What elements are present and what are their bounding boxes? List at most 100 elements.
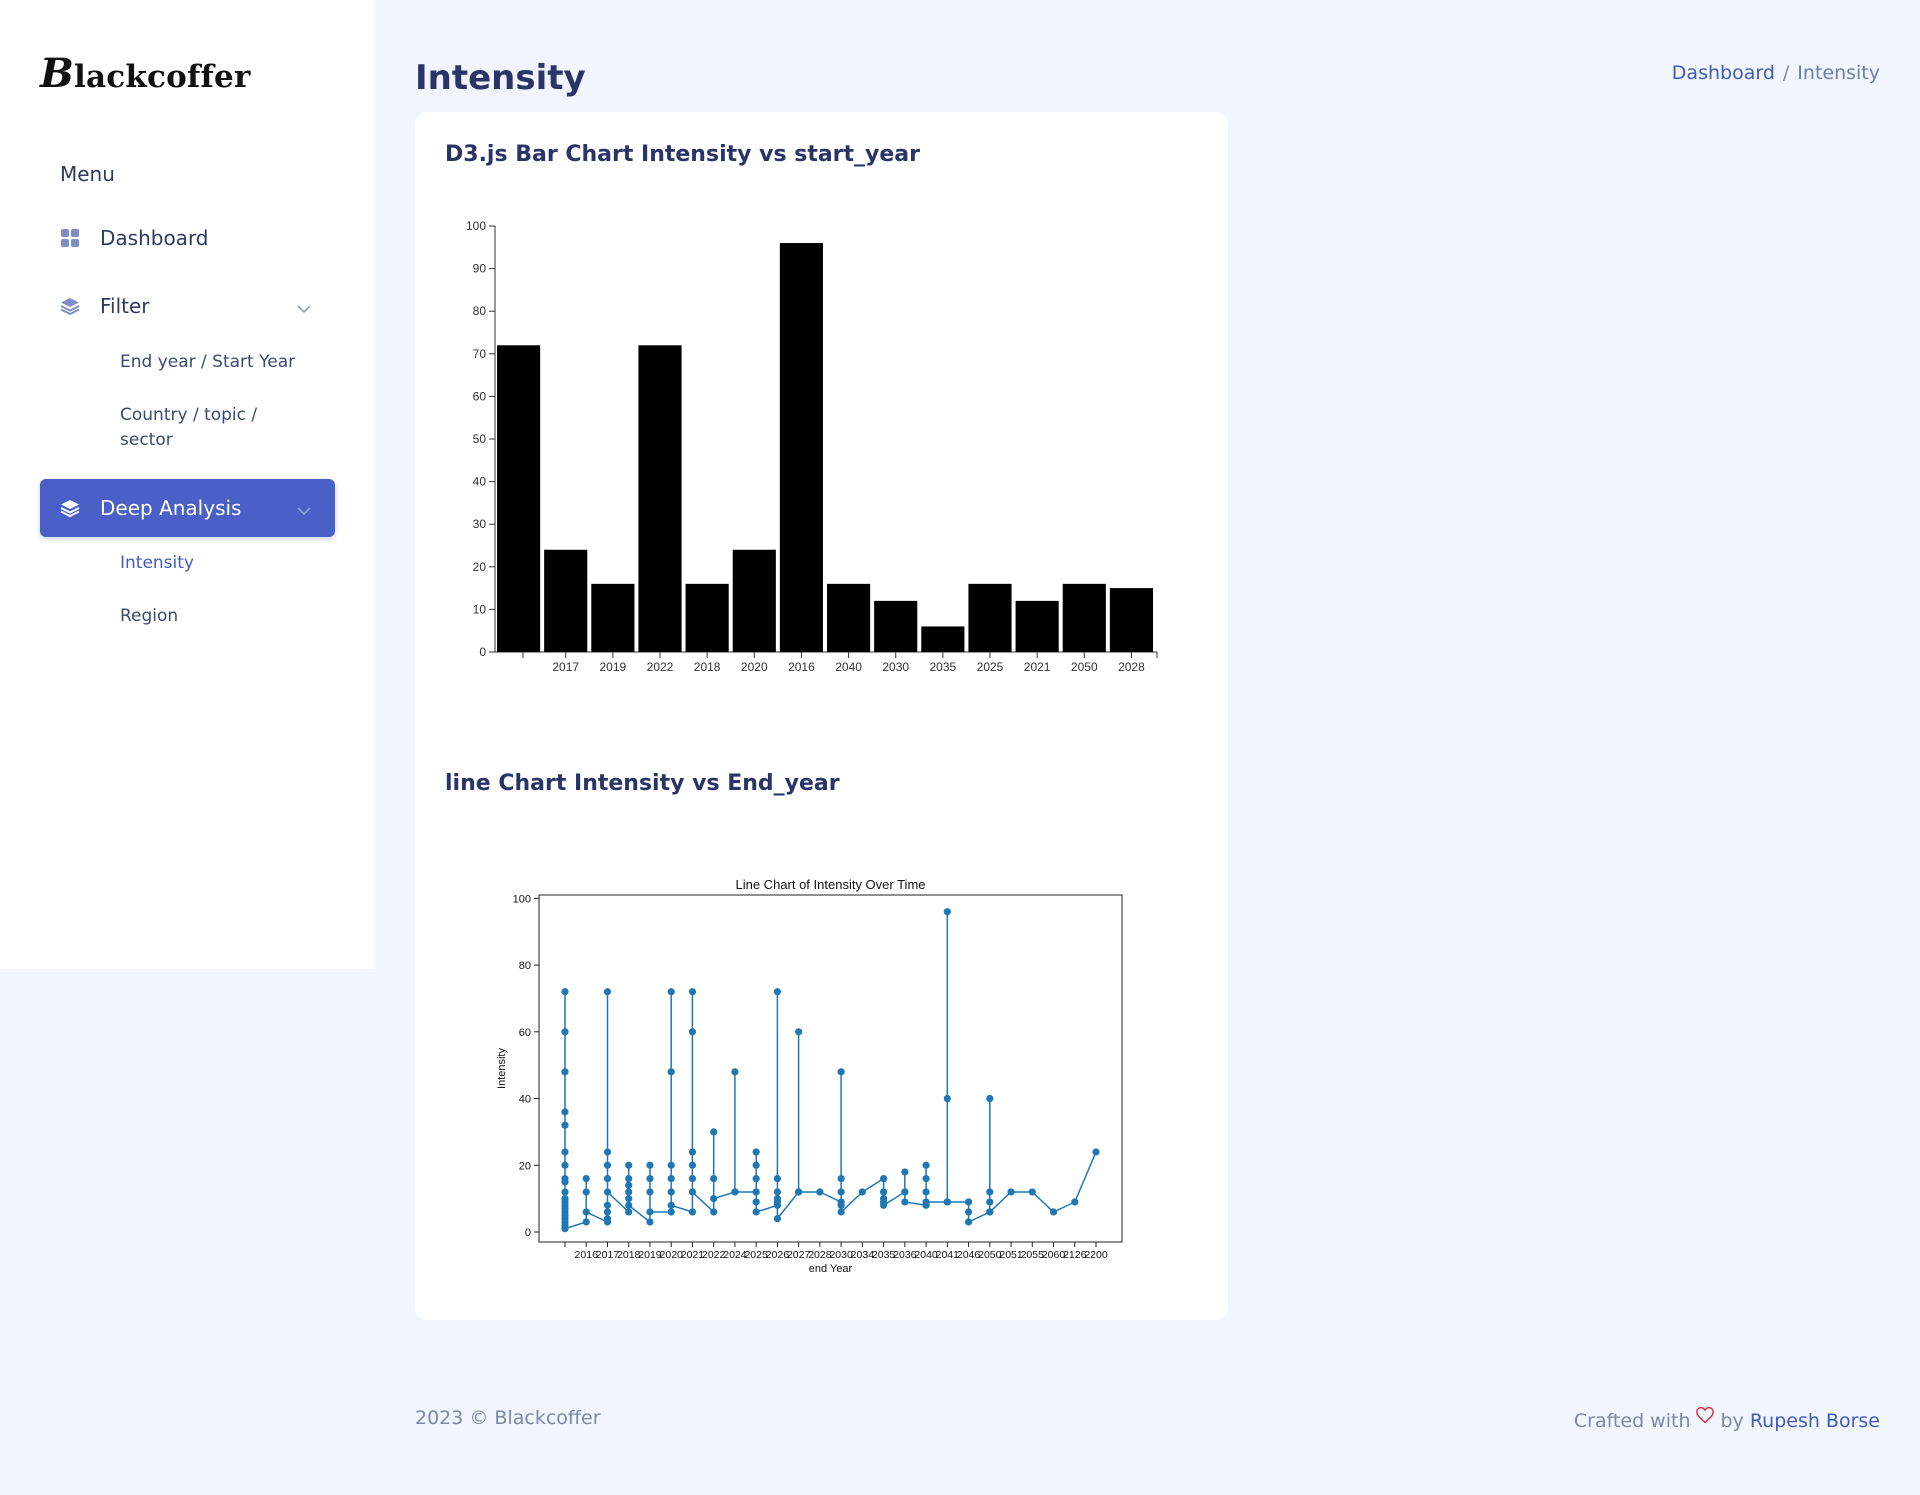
bar <box>921 626 965 652</box>
footer-copyright: 2023 © Blackcoffer <box>415 1407 601 1429</box>
data-point <box>773 1188 781 1196</box>
sidebar-item-filter[interactable]: Filter <box>40 277 335 335</box>
data-point <box>603 1201 612 1209</box>
x-tick-label: 2022 <box>647 660 674 674</box>
data-point <box>880 1175 888 1183</box>
data-point <box>561 1161 569 1169</box>
series-line <box>564 911 1097 1230</box>
x-tick-label: 2050 <box>978 1249 1002 1261</box>
sidebar-item-label: Deep Analysis <box>100 496 242 520</box>
data-point <box>752 1208 760 1216</box>
sidebar: Blackcoffer Menu Dashboard Filter End ye… <box>0 0 375 969</box>
data-point <box>688 1188 697 1196</box>
data-point <box>773 1198 781 1206</box>
x-tick-label: 2041 <box>936 1249 960 1261</box>
x-tick-label: 2020 <box>741 660 768 674</box>
data-point <box>964 1198 973 1206</box>
sidebar-subitem-region[interactable]: Region <box>120 604 300 629</box>
data-point <box>752 1175 760 1183</box>
x-tick-label: 2022 <box>702 1249 726 1261</box>
sidebar-item-deep-analysis[interactable]: Deep Analysis <box>40 479 335 537</box>
x-tick-label: 2035 <box>872 1249 896 1261</box>
breadcrumb-dashboard-link[interactable]: Dashboard <box>1672 62 1775 84</box>
data-point <box>603 1215 612 1223</box>
data-point <box>731 1068 739 1076</box>
data-point <box>561 1068 569 1076</box>
x-tick-label: 2051 <box>999 1249 1023 1261</box>
data-point <box>710 1208 718 1216</box>
data-point <box>752 1148 760 1156</box>
chevron-down-icon[interactable] <box>297 299 311 318</box>
footer-author-link[interactable]: Rupesh Borse <box>1750 1410 1880 1432</box>
data-point <box>1028 1188 1036 1196</box>
x-tick-label: 2028 <box>1118 660 1145 674</box>
y-tick-label: 70 <box>473 347 487 361</box>
data-point <box>603 1161 612 1169</box>
data-point <box>625 1208 633 1216</box>
x-tick-label: 2017 <box>596 1249 620 1261</box>
data-point <box>561 1028 569 1036</box>
sidebar-item-dashboard[interactable]: Dashboard <box>40 209 335 267</box>
data-point <box>710 1175 718 1183</box>
data-point <box>752 1198 760 1206</box>
bar <box>827 583 871 652</box>
x-tick-label: 2021 <box>681 1249 705 1261</box>
x-tick-label: 2019 <box>638 1249 662 1261</box>
data-point <box>603 1175 612 1183</box>
data-point <box>880 1201 888 1209</box>
data-point <box>710 1195 718 1203</box>
data-point <box>667 1188 675 1196</box>
data-point <box>603 1148 612 1156</box>
data-point <box>710 1128 718 1136</box>
data-point <box>901 1198 909 1206</box>
y-tick-label: 20 <box>473 560 487 574</box>
x-tick-label: 2024 <box>723 1249 747 1261</box>
chevron-down-icon[interactable] <box>297 501 311 520</box>
data-point <box>688 1161 697 1169</box>
data-point <box>922 1161 930 1169</box>
sidebar-subitem-end-start-year[interactable]: End year / Start Year <box>120 350 300 375</box>
data-point <box>731 1188 739 1196</box>
data-point <box>625 1195 633 1203</box>
y-tick-label: 0 <box>525 1227 531 1239</box>
data-point <box>922 1175 930 1183</box>
y-tick-label: 50 <box>473 432 487 446</box>
sidebar-item-label: Dashboard <box>100 226 209 250</box>
data-point <box>625 1188 633 1196</box>
data-point <box>922 1188 930 1196</box>
x-tick-label: 2040 <box>835 660 862 674</box>
sidebar-subitem-intensity[interactable]: Intensity <box>120 551 300 576</box>
data-point <box>1071 1198 1079 1206</box>
sidebar-subitem-country-topic-sector[interactable]: Country / topic / sector <box>120 403 300 453</box>
data-point <box>646 1218 654 1226</box>
x-tick-label: 2034 <box>851 1249 875 1261</box>
x-tick-label: 2035 <box>930 660 957 674</box>
data-point <box>986 1198 994 1206</box>
data-point <box>773 988 781 996</box>
bar <box>874 600 918 652</box>
bar-chart-heading: D3.js Bar Chart Intensity vs start_year <box>445 142 920 167</box>
x-tick-label: 2028 <box>808 1249 832 1261</box>
data-point <box>667 988 675 996</box>
data-point <box>688 1028 697 1036</box>
data-point <box>603 1188 612 1196</box>
x-tick-label: 2060 <box>1042 1249 1066 1261</box>
x-tick-label: 2016 <box>788 660 815 674</box>
x-tick-label: 2027 <box>787 1249 811 1261</box>
bar <box>497 345 541 652</box>
data-point <box>561 1188 569 1196</box>
bar <box>779 243 823 652</box>
y-tick-label: 80 <box>473 304 487 318</box>
y-tick-label: 10 <box>473 602 487 616</box>
data-point <box>646 1161 654 1169</box>
data-point <box>625 1175 633 1183</box>
data-point <box>880 1188 888 1196</box>
x-tick-label: 2200 <box>1084 1249 1108 1261</box>
layers-icon <box>60 296 80 316</box>
data-point <box>837 1175 845 1183</box>
data-point <box>773 1175 781 1183</box>
brand-logo[interactable]: Blackcoffer <box>40 50 251 97</box>
data-point <box>837 1188 845 1196</box>
y-tick-label: 100 <box>513 893 531 905</box>
data-point <box>943 1198 951 1206</box>
